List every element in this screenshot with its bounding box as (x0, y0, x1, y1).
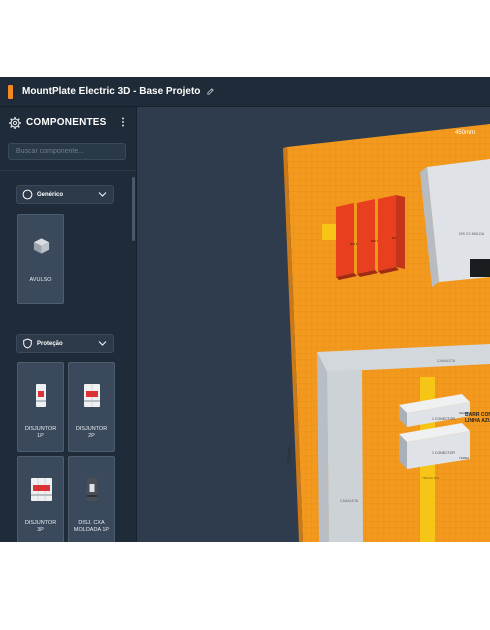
din-rail-label: TRILHO DIN (422, 476, 439, 480)
component-card-avulso[interactable]: AVULSO (17, 214, 64, 304)
breaker-2p-icon (84, 384, 100, 407)
component-card-label: DISJ. CXA MOLDADA 1P (73, 520, 110, 533)
terminal-block-label: 1 CONECTOR (432, 417, 455, 421)
component-card-disjuntor-1p[interactable]: DISJUNTOR 1P (17, 362, 64, 452)
component-card-label: DISJUNTOR 1P (24, 426, 57, 439)
app-logo-accent (8, 84, 13, 99)
more-options-icon[interactable] (118, 116, 128, 128)
cable-duct-side[interactable]: CANALETA (327, 369, 363, 542)
component-card-disjuntor-2p[interactable]: DISJUNTOR 2P (68, 362, 115, 452)
component-card-label: DISJUNTOR 3P (24, 520, 57, 533)
component-card-label: AVULSO (29, 277, 52, 283)
3d-viewport[interactable]: 450mm 600mm DIS 1.5 DIS 1.5 DIS 1.5 (137, 107, 490, 542)
breaker-group[interactable]: DIS 1.5 DIS 1.5 DIS 1.5 (336, 195, 405, 280)
terminal-block-label: 1 CONECTOR (432, 451, 455, 455)
components-sidebar: COMPONENTES Genérico AVULSO (0, 107, 137, 542)
duct-label: CANALETA (340, 499, 359, 503)
mount-plate-scene[interactable]: 450mm 600mm DIS 1.5 DIS 1.5 DIS 1.5 (137, 107, 490, 542)
shield-icon (23, 338, 32, 349)
gear-icon (9, 116, 21, 129)
section-generic-header[interactable]: Genérico (16, 185, 114, 204)
sidebar-header: COMPONENTES (0, 107, 136, 138)
circle-icon (22, 189, 33, 200)
component-card-disjuntor-3p[interactable]: DISJUNTOR 3P (17, 456, 64, 542)
width-dimension-label: 450mm (455, 130, 475, 136)
app-window: MountPlate Electric 3D - Base Projeto CO… (0, 77, 490, 542)
component-search-input[interactable] (8, 143, 126, 160)
title-bar: MountPlate Electric 3D - Base Projeto (0, 77, 490, 107)
side-block[interactable] (322, 224, 336, 240)
window-title: MountPlate Electric 3D - Base Projeto (22, 86, 201, 97)
sidebar-divider (0, 170, 136, 171)
chevron-down-icon (98, 192, 107, 197)
component-card-label: DISJUNTOR 2P (75, 426, 108, 439)
sidebar-title: COMPONENTES (26, 117, 107, 128)
chevron-down-icon (98, 341, 107, 346)
terminal-block-code: TERRA (459, 456, 469, 460)
height-dimension-label: 600mm (287, 446, 293, 463)
duct-label: CANALETA (437, 359, 456, 363)
breaker-3p-icon (31, 478, 52, 501)
section-protection-label: Proteção (37, 340, 63, 347)
sidebar-scrollbar[interactable] (132, 177, 135, 241)
molded-case-breaker-icon (87, 478, 97, 501)
callout-line: LINHA AZU (465, 418, 490, 424)
section-protection-header[interactable]: Proteção (16, 334, 114, 353)
enclosure-label: DIS CX MOLDA (459, 232, 485, 236)
section-generic-label: Genérico (37, 191, 64, 198)
edit-title-icon[interactable] (206, 87, 215, 96)
callout-label: BARR CONE LINHA AZU (465, 412, 490, 424)
molded-case-enclosure[interactable]: DIS CX MOLDA (420, 159, 490, 287)
cube-icon (33, 238, 50, 254)
breaker-1p-icon (36, 384, 46, 407)
component-card-disj-cxa-moldada-1p[interactable]: DISJ. CXA MOLDADA 1P (68, 456, 115, 542)
